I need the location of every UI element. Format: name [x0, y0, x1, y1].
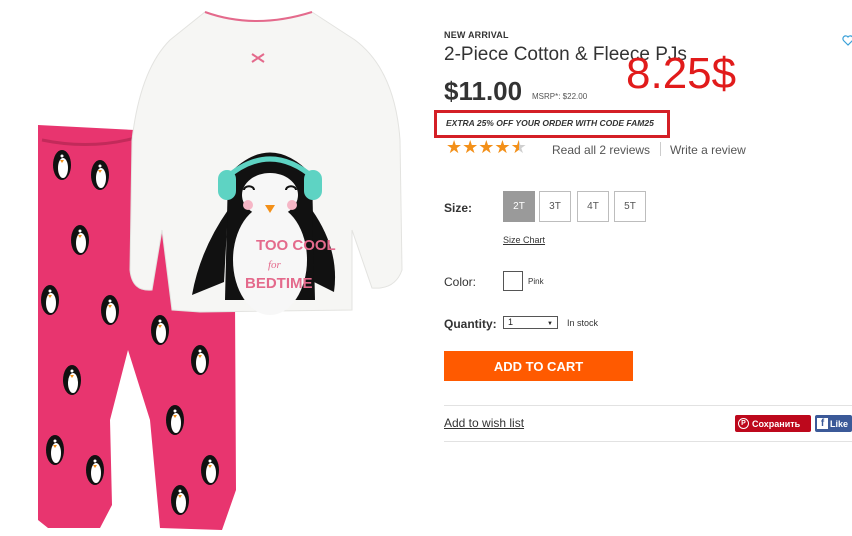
half-star-icon: ★: [510, 137, 527, 157]
divider-top: [444, 405, 852, 406]
rating-stars: ★ ★ ★ ★ ★: [446, 137, 527, 157]
review-divider: [660, 142, 661, 156]
stock-status: In stock: [567, 318, 599, 328]
write-review-link[interactable]: Write a review: [670, 143, 746, 157]
pinterest-save-button[interactable]: P Сохранить: [735, 415, 811, 432]
color-name: Pink: [528, 277, 544, 286]
shirt-text-line2: for: [268, 259, 282, 271]
star-icon: ★: [478, 137, 495, 157]
msrp: MSRP*: $22.00: [532, 92, 588, 101]
price: $11.00: [444, 76, 523, 106]
pinterest-icon: P: [738, 418, 749, 429]
promo-text: EXTRA 25% OFF YOUR ORDER WITH CODE FAM25: [446, 118, 654, 128]
facebook-label: Like: [830, 418, 849, 429]
read-reviews-link[interactable]: Read all 2 reviews: [552, 143, 650, 157]
product-image: TOO COOL for BEDTIME: [38, 11, 403, 530]
size-option-2t[interactable]: 2T: [503, 191, 535, 222]
star-icon: ★: [462, 137, 479, 157]
star-icon: ★: [446, 137, 463, 157]
quantity-value: 1: [508, 317, 514, 327]
size-label: Size:: [444, 201, 473, 215]
heart-icon[interactable]: [842, 34, 852, 46]
facebook-like-button[interactable]: f Like: [815, 415, 852, 432]
chevron-down-icon: ▼: [547, 321, 553, 327]
new-arrival-badge: NEW ARRIVAL: [444, 30, 509, 40]
shirt-text-line1: TOO COOL: [256, 237, 336, 254]
facebook-icon: f: [817, 418, 828, 429]
add-to-wishlist-link[interactable]: Add to wish list: [444, 416, 524, 430]
color-swatch-pink[interactable]: [503, 271, 523, 291]
pinterest-label: Сохранить: [752, 418, 801, 429]
quantity-label: Quantity:: [444, 317, 497, 331]
add-to-cart-button[interactable]: ADD TO CART: [444, 351, 633, 381]
color-label: Color:: [444, 275, 477, 289]
size-option-3t[interactable]: 3T: [539, 191, 571, 222]
divider-bottom: [444, 441, 852, 442]
size-option-4t[interactable]: 4T: [577, 191, 609, 222]
shirt-text-line3: BEDTIME: [245, 275, 313, 292]
star-icon: ★: [494, 137, 511, 157]
size-option-5t[interactable]: 5T: [614, 191, 646, 222]
quantity-select[interactable]: 1 ▼: [503, 316, 558, 329]
handwritten-price-annotation: 8.25$: [626, 49, 737, 98]
size-chart-link[interactable]: Size Chart: [503, 235, 545, 245]
